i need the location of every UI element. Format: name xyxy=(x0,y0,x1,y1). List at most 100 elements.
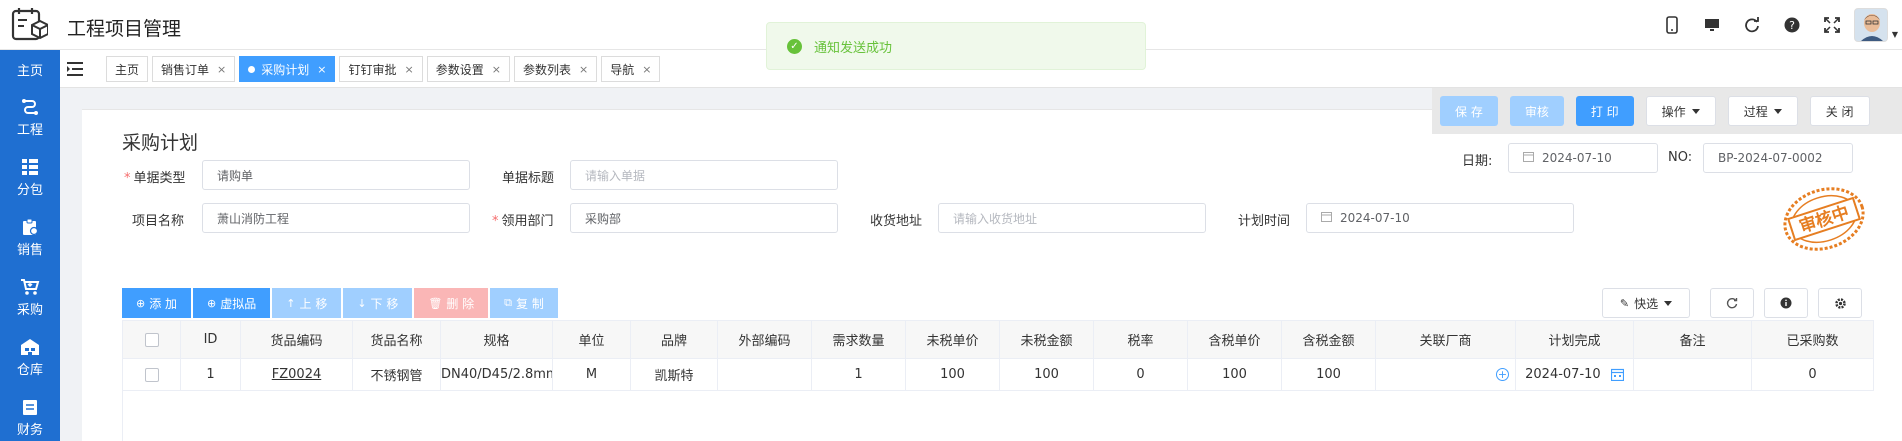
virtual-item-button[interactable]: ⊕ 虚拟品 xyxy=(193,288,271,318)
doc-type-select[interactable]: 请购单 xyxy=(202,160,470,190)
row-checkbox[interactable] xyxy=(144,367,159,382)
address-input[interactable]: 请输入收货地址 xyxy=(938,203,1206,233)
item-code-link[interactable]: FZ0024 xyxy=(272,367,321,382)
close-icon[interactable]: × xyxy=(579,63,588,76)
calendar-icon[interactable] xyxy=(1610,368,1624,382)
dept-label-text: 领用部门 xyxy=(501,214,554,229)
column-header: 未税金额 xyxy=(999,320,1094,359)
save-button[interactable]: 保 存 xyxy=(1440,96,1498,126)
add-button[interactable]: ⊕ 添 加 xyxy=(122,288,192,318)
close-icon[interactable]: × xyxy=(317,63,326,76)
cell-price-ex[interactable]: 100 xyxy=(905,358,1000,391)
tab-param-list[interactable]: 参数列表 × xyxy=(513,56,598,82)
page-title: 采购计划 xyxy=(122,132,199,154)
doc-title-input[interactable]: 请输入单据 xyxy=(570,160,838,190)
dept-label: * 领用部门 xyxy=(492,214,554,229)
cell-amount-in[interactable]: 100 xyxy=(1281,358,1376,391)
row-select-cell[interactable] xyxy=(122,358,181,391)
tab-navigation[interactable]: 导航 × xyxy=(601,56,661,82)
column-header: 关联厂商 xyxy=(1375,320,1516,359)
delete-button[interactable]: 🗑 删 除 xyxy=(414,288,489,318)
sidebar-item-subcontract[interactable]: 分包 xyxy=(0,148,60,208)
cell-qty[interactable]: 1 xyxy=(811,358,906,391)
sidebar-item-project[interactable]: 工程 xyxy=(0,88,60,148)
date-input[interactable]: 2024-07-10 xyxy=(1508,143,1658,173)
plan-time-input[interactable]: 2024-07-10 xyxy=(1306,203,1574,233)
cell-spec[interactable]: DN40/D45/2.8mm xyxy=(440,358,553,391)
settings-button[interactable] xyxy=(1818,288,1862,318)
sidebar-item-sales[interactable]: 销售 xyxy=(0,208,60,268)
sidebar-item-label: 采购 xyxy=(16,303,43,318)
close-icon[interactable]: × xyxy=(405,63,414,76)
sidebar-item-label: 销售 xyxy=(16,243,43,258)
column-header: 货品编码 xyxy=(240,320,353,359)
cell-unit[interactable]: M xyxy=(552,358,631,391)
close-icon[interactable]: × xyxy=(642,63,651,76)
cell-tax-rate[interactable]: 0 xyxy=(1093,358,1188,391)
cell-price-in[interactable]: 100 xyxy=(1187,358,1282,391)
refresh-table-button[interactable] xyxy=(1710,288,1754,318)
tab-home[interactable]: 主页 xyxy=(106,56,149,82)
avatar-caret-icon[interactable]: ▼ xyxy=(1892,30,1898,39)
app-title: 工程项目管理 xyxy=(67,18,182,40)
close-icon[interactable]: × xyxy=(217,63,226,76)
column-header: 计划完成 xyxy=(1515,320,1634,359)
plan-time-value: 2024-07-10 xyxy=(1340,211,1410,225)
select-all-cell[interactable] xyxy=(122,320,181,359)
sidebar-item-label: 主页 xyxy=(16,63,43,79)
tab-label: 参数设置 xyxy=(435,62,484,77)
tab-param-settings[interactable]: 参数设置 × xyxy=(426,56,510,82)
help-icon[interactable]: ? xyxy=(1772,14,1812,36)
tab-label: 钉钉审批 xyxy=(348,62,397,77)
caret-down-icon xyxy=(1773,108,1782,114)
refresh-icon[interactable] xyxy=(1732,14,1772,36)
address-label: 收货地址 xyxy=(870,214,923,229)
tab-dingtalk-approval[interactable]: 钉钉审批 × xyxy=(339,56,423,82)
audit-button[interactable]: 审核 xyxy=(1509,96,1564,126)
cell-ext-code[interactable] xyxy=(717,358,812,391)
quick-select-dropdown[interactable]: ✎ 快选 xyxy=(1602,288,1690,318)
no-input[interactable]: BP-2024-07-0002 xyxy=(1703,143,1853,173)
select-all-checkbox[interactable] xyxy=(144,332,159,347)
cell-brand[interactable]: 凯斯特 xyxy=(630,358,718,391)
sidebar-item-finance[interactable]: 财务 xyxy=(0,388,60,441)
sidebar-item-purchase[interactable]: 采购 xyxy=(0,268,60,328)
delete-label: 删 除 xyxy=(446,296,475,311)
info-button[interactable] xyxy=(1764,288,1808,318)
close-button[interactable]: 关 闭 xyxy=(1809,96,1870,126)
cell-purchased: 0 xyxy=(1751,358,1874,391)
menu-toggle-icon[interactable] xyxy=(66,61,84,77)
move-up-label: 上 移 xyxy=(299,296,328,311)
close-icon[interactable]: × xyxy=(492,63,501,76)
action-bar: 保 存 审核 打 印 操作 过程 关 闭 xyxy=(1432,88,1902,134)
cell-note[interactable] xyxy=(1633,358,1752,391)
copy-button[interactable]: ⧉ 复 制 xyxy=(490,288,558,318)
cell-amount-ex[interactable]: 100 xyxy=(999,358,1094,391)
move-down-button[interactable]: ↓ 下 移 xyxy=(343,288,413,318)
tab-label: 采购计划 xyxy=(261,62,310,77)
monitor-icon[interactable] xyxy=(1692,14,1732,36)
tab-sales-order[interactable]: 销售订单 × xyxy=(152,56,236,82)
copy-icon: ⧉ xyxy=(504,296,513,309)
sidebar-item-home[interactable]: 主页 xyxy=(0,50,60,88)
quick-select-label: 快选 xyxy=(1634,296,1659,311)
sidebar-item-warehouse[interactable]: 仓库 xyxy=(0,328,60,388)
tab-purchase-plan[interactable]: 采购计划 × xyxy=(239,56,336,82)
dept-select[interactable]: 采购部 xyxy=(570,203,838,233)
mobile-icon[interactable] xyxy=(1652,14,1692,36)
table-row[interactable]: 1 FZ0024 不锈钢管 DN40/D45/2.8mm M 凯斯特 1 100… xyxy=(122,358,1874,391)
avatar[interactable] xyxy=(1854,8,1888,42)
cell-vendor[interactable]: + xyxy=(1375,358,1516,391)
move-up-button[interactable]: ↑ 上 移 xyxy=(272,288,342,318)
operate-label: 操作 xyxy=(1661,104,1686,119)
arrow-up-icon: ↑ xyxy=(286,296,296,310)
process-dropdown[interactable]: 过程 xyxy=(1727,96,1798,126)
cell-name[interactable]: 不锈钢管 xyxy=(352,358,441,391)
add-vendor-icon[interactable]: + xyxy=(1496,368,1509,381)
cell-plan-done[interactable]: 2024-07-10 xyxy=(1515,358,1634,391)
print-button[interactable]: 打 印 xyxy=(1575,96,1634,126)
operate-dropdown[interactable]: 操作 xyxy=(1645,96,1716,126)
success-check-icon: ✓ xyxy=(787,38,802,54)
project-input[interactable]: 萧山消防工程 xyxy=(202,203,470,233)
fullscreen-icon[interactable] xyxy=(1812,14,1852,36)
